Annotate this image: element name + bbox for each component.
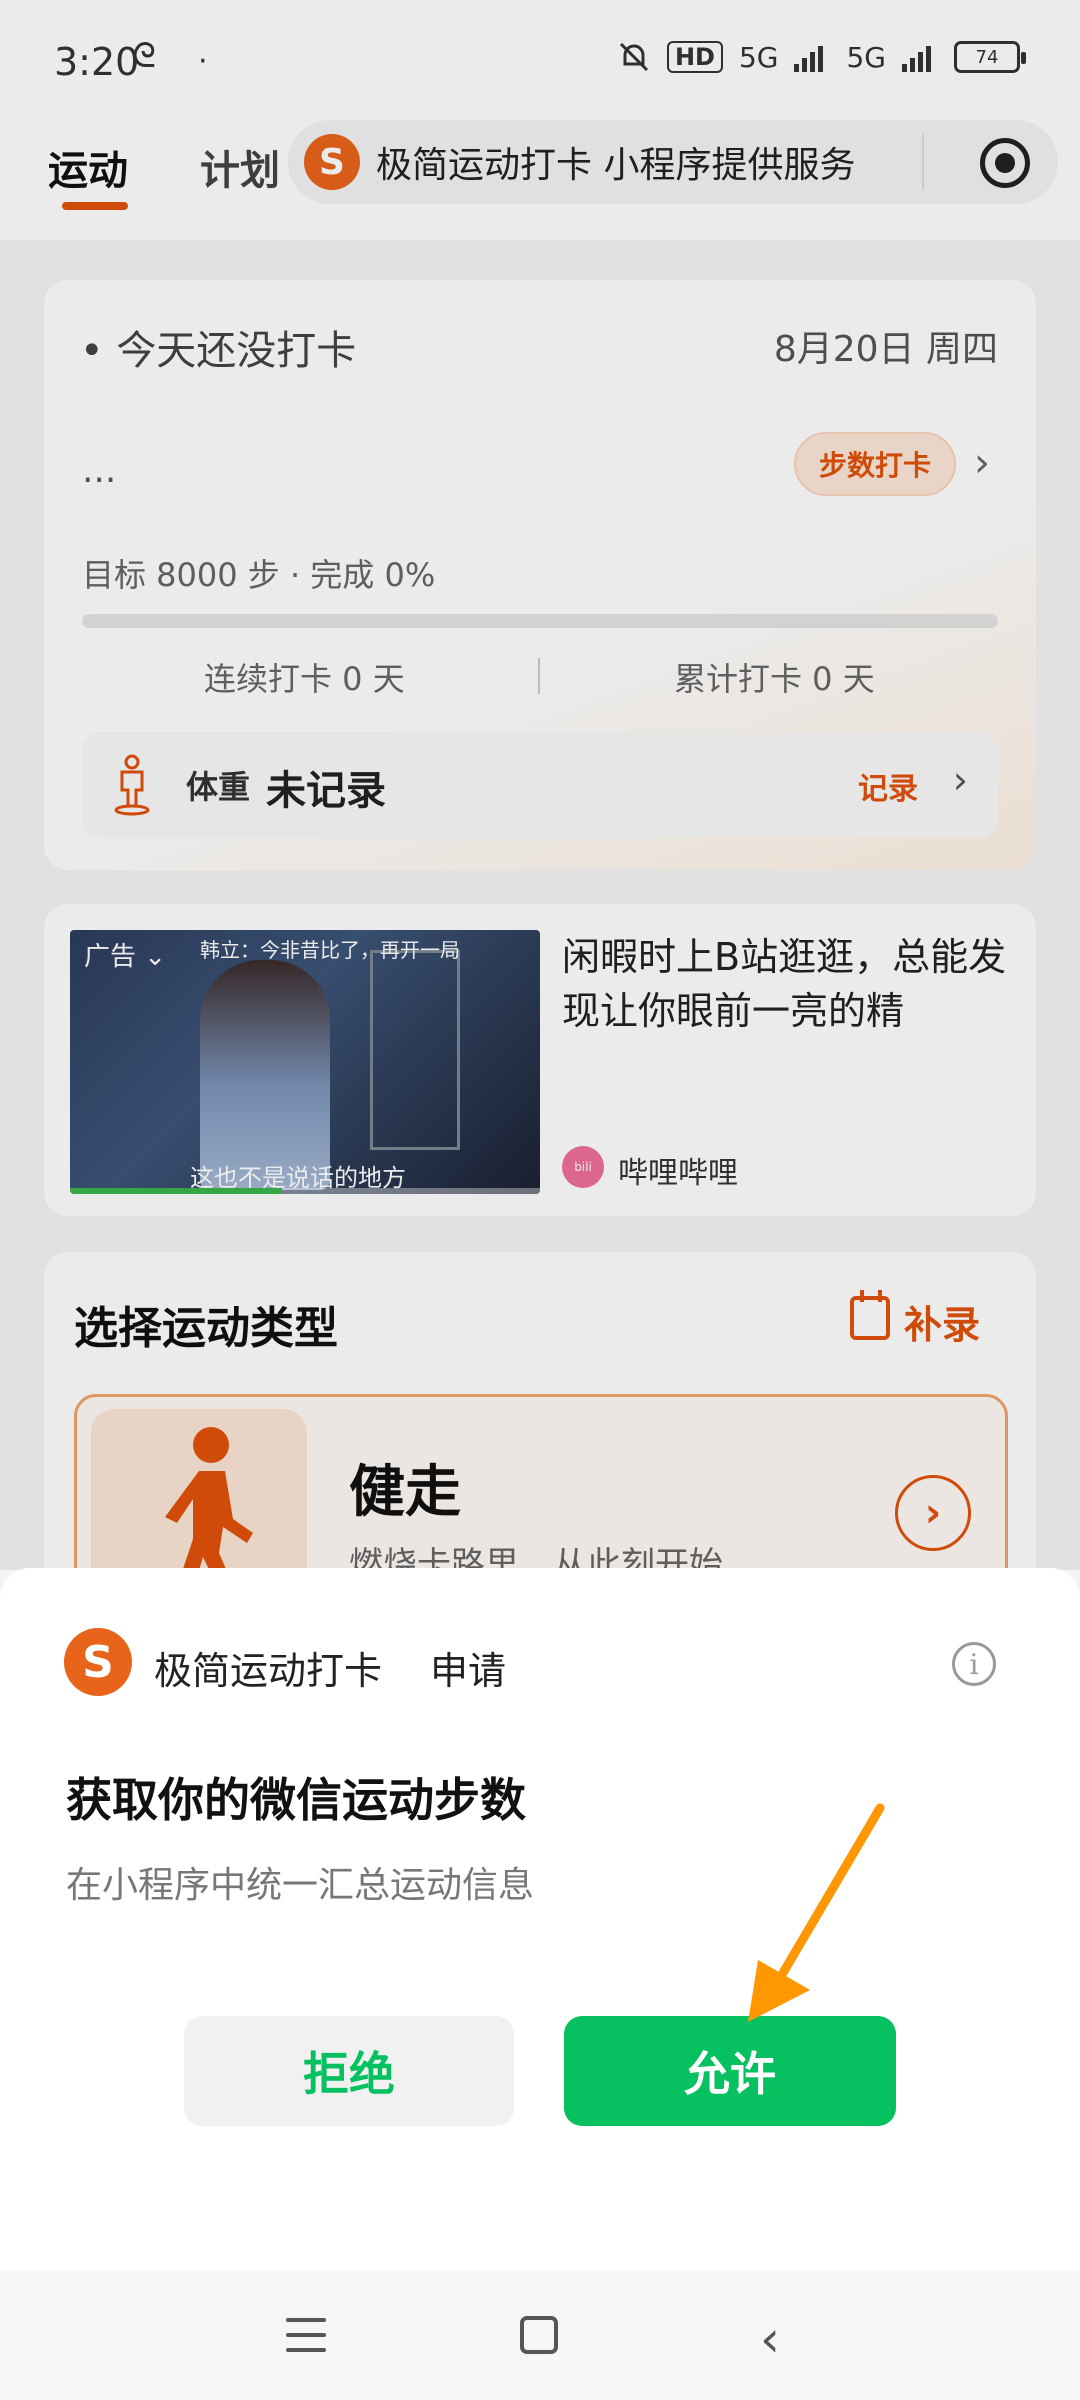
- home-icon[interactable]: [520, 2316, 558, 2354]
- dim-overlay: [0, 0, 1080, 1570]
- sheet-app-name: 极简运动打卡: [154, 1649, 383, 1693]
- info-icon[interactable]: i: [952, 1642, 996, 1686]
- system-navigation-bar: ‹: [0, 2270, 1080, 2400]
- permission-title: 获取你的微信运动步数: [66, 1773, 526, 1827]
- reject-button[interactable]: 拒绝: [184, 2016, 514, 2126]
- annotation-arrow-icon: [748, 1803, 885, 2022]
- sheet-request-label: 申请: [430, 1649, 507, 1693]
- permission-description: 在小程序中统一汇总运动信息: [66, 1865, 535, 1906]
- menu-icon[interactable]: [286, 2318, 326, 2352]
- permission-sheet: S 极简运动打卡 申请 i 获取你的微信运动步数 在小程序中统一汇总运动信息 拒…: [0, 1568, 1080, 2270]
- back-icon[interactable]: ‹: [760, 2310, 780, 2368]
- allow-button[interactable]: 允许: [564, 2016, 896, 2126]
- app-logo-icon: S: [64, 1628, 132, 1696]
